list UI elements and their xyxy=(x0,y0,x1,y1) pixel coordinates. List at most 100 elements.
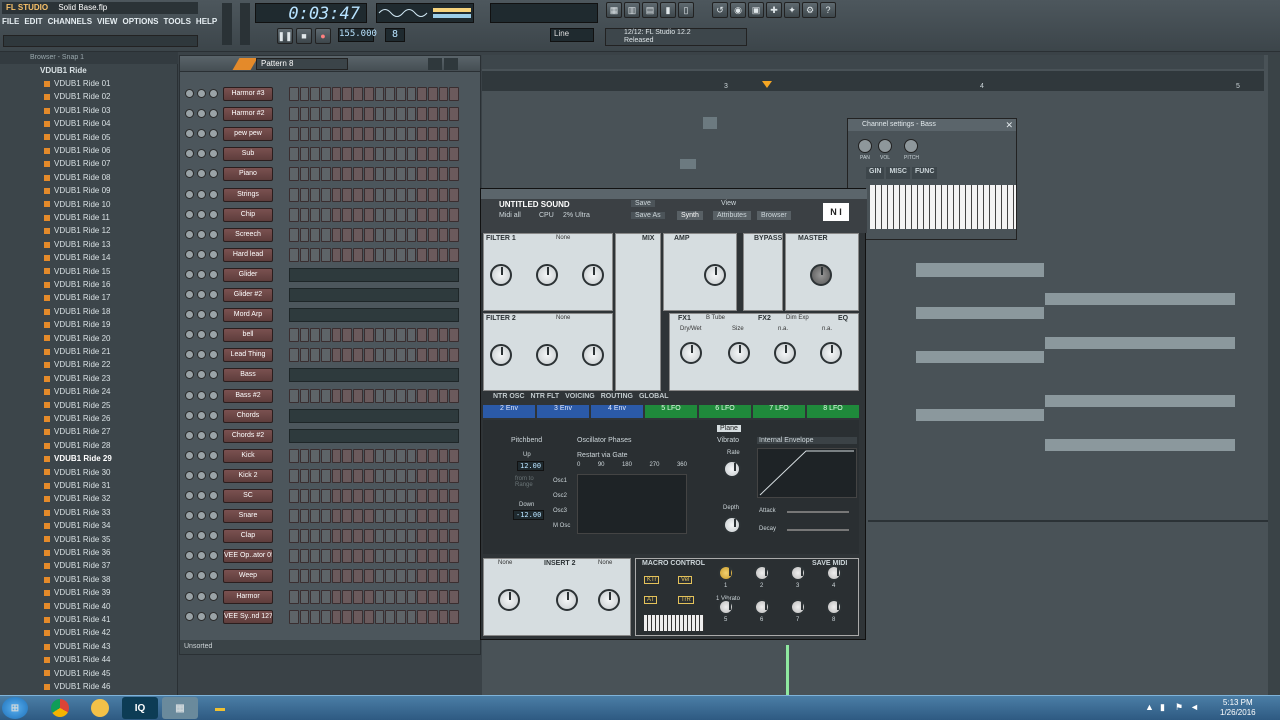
step-button[interactable] xyxy=(374,107,385,122)
step-button[interactable] xyxy=(385,247,395,262)
channel-button[interactable]: Glider #2 xyxy=(223,288,273,302)
step-button[interactable] xyxy=(353,247,363,262)
step-button[interactable] xyxy=(385,569,395,584)
step-button[interactable] xyxy=(363,207,374,222)
step-button[interactable] xyxy=(353,328,363,343)
volume-knob[interactable] xyxy=(209,109,218,119)
step-button[interactable] xyxy=(385,509,395,524)
piano-roll-icon[interactable] xyxy=(444,58,458,70)
step-button[interactable] xyxy=(438,147,449,162)
playlist-clip[interactable] xyxy=(916,307,1044,319)
volume-knob[interactable] xyxy=(209,290,218,299)
step-button[interactable] xyxy=(353,609,363,624)
step-button[interactable] xyxy=(331,348,342,363)
pattern-selector[interactable]: 8 xyxy=(385,28,405,42)
step-button[interactable] xyxy=(417,609,427,624)
step-button[interactable] xyxy=(374,207,385,222)
step-button[interactable] xyxy=(385,87,395,101)
filter-group-selector[interactable]: Unsorted xyxy=(180,640,480,654)
mute-led[interactable] xyxy=(185,249,194,259)
step-button[interactable] xyxy=(353,187,363,202)
song-position-marker[interactable] xyxy=(762,81,772,88)
step-button[interactable] xyxy=(342,328,353,343)
filter1-knob[interactable] xyxy=(582,264,604,286)
step-button[interactable] xyxy=(417,589,427,604)
step-button[interactable] xyxy=(289,609,299,624)
master-volume-slider[interactable] xyxy=(222,3,232,45)
step-button[interactable] xyxy=(438,569,449,584)
filter1-type[interactable]: None xyxy=(556,235,570,241)
step-button[interactable] xyxy=(395,107,406,122)
pan-knob[interactable] xyxy=(197,491,206,500)
step-button[interactable] xyxy=(427,448,438,463)
playlist-clip[interactable] xyxy=(916,351,1044,363)
mute-led[interactable] xyxy=(185,370,194,380)
volume-knob[interactable] xyxy=(209,310,218,320)
pan-knob[interactable] xyxy=(197,249,206,259)
step-button[interactable] xyxy=(427,147,438,162)
step-button[interactable] xyxy=(331,328,342,343)
step-button[interactable] xyxy=(395,388,406,403)
mute-led[interactable] xyxy=(185,89,194,98)
step-button[interactable] xyxy=(342,468,353,483)
step-button[interactable] xyxy=(449,87,459,101)
step-button[interactable] xyxy=(406,328,417,343)
step-button[interactable] xyxy=(342,147,353,162)
step-button[interactable] xyxy=(374,609,385,624)
step-button[interactable] xyxy=(427,549,438,564)
volume-knob[interactable] xyxy=(209,611,218,621)
step-button[interactable] xyxy=(417,348,427,363)
playlist-clip[interactable] xyxy=(703,117,717,129)
vertical-scrollbar[interactable] xyxy=(1268,55,1280,695)
step-button[interactable] xyxy=(310,87,321,101)
step-button[interactable] xyxy=(289,127,299,142)
step-button[interactable] xyxy=(363,147,374,162)
step-button[interactable] xyxy=(289,227,299,242)
mod-slot[interactable]: 8 LFO xyxy=(807,405,859,418)
mod-slot[interactable]: 5 LFO xyxy=(645,405,697,418)
step-button[interactable] xyxy=(342,509,353,524)
step-button[interactable] xyxy=(342,489,353,503)
step-button[interactable] xyxy=(438,529,449,544)
step-button[interactable] xyxy=(438,489,449,503)
step-button[interactable] xyxy=(427,328,438,343)
step-button[interactable] xyxy=(395,167,406,182)
step-button[interactable] xyxy=(353,509,363,524)
macro-tag[interactable]: AT xyxy=(644,596,658,604)
volume-icon[interactable]: ◄ xyxy=(1190,702,1199,712)
step-button[interactable] xyxy=(417,569,427,584)
step-button[interactable] xyxy=(363,589,374,604)
playlist-scrollbar[interactable] xyxy=(482,55,1264,69)
mute-led[interactable] xyxy=(185,430,194,440)
mod-slot[interactable]: 4 Env xyxy=(591,405,643,418)
step-button[interactable] xyxy=(374,187,385,202)
volume-knob[interactable] xyxy=(209,390,218,400)
pan-knob[interactable] xyxy=(197,511,206,521)
step-button[interactable] xyxy=(363,388,374,403)
step-button[interactable] xyxy=(406,468,417,483)
step-button[interactable] xyxy=(310,448,321,463)
step-button[interactable] xyxy=(299,549,310,564)
pitchbend-down-value[interactable]: -12.00 xyxy=(513,510,545,520)
channel-button[interactable]: Bass xyxy=(223,368,273,383)
mixer-shortcut-icon[interactable]: ▮ xyxy=(660,2,676,18)
step-button[interactable] xyxy=(289,489,299,503)
step-button[interactable] xyxy=(299,207,310,222)
mute-led[interactable] xyxy=(185,229,194,239)
channel-button[interactable]: Harmor #2 xyxy=(223,107,273,122)
step-button[interactable] xyxy=(406,167,417,182)
browser-item[interactable]: VDUB1 Ride 44 xyxy=(44,655,214,668)
step-button[interactable] xyxy=(427,529,438,544)
mute-led[interactable] xyxy=(185,390,194,400)
step-button[interactable] xyxy=(289,147,299,162)
step-button[interactable] xyxy=(395,187,406,202)
step-button[interactable] xyxy=(310,348,321,363)
step-button[interactable] xyxy=(374,448,385,463)
step-button[interactable] xyxy=(395,448,406,463)
pan-knob[interactable] xyxy=(197,370,206,380)
clock[interactable]: 5:13 PM 1/26/2016 xyxy=(1220,698,1256,718)
step-button[interactable] xyxy=(449,388,459,403)
volume-knob[interactable] xyxy=(209,410,218,420)
volume-knob[interactable] xyxy=(878,139,892,153)
step-button[interactable] xyxy=(395,569,406,584)
